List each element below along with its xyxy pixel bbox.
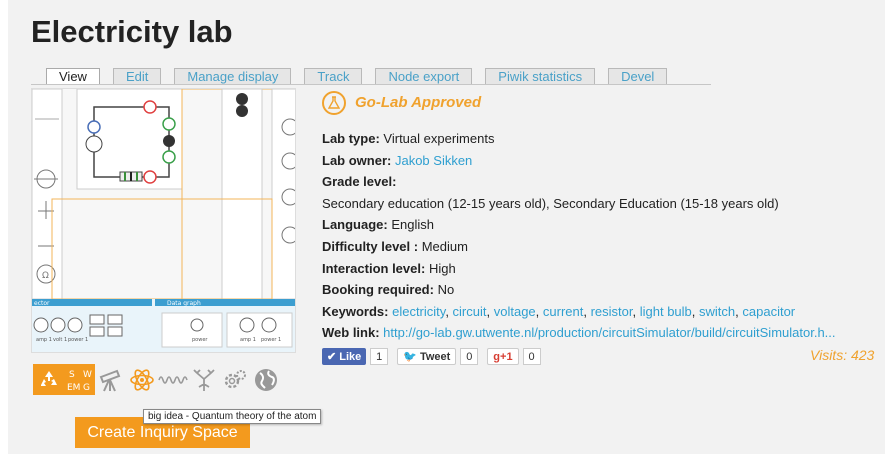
panel-label-2: Data graph	[167, 300, 201, 307]
keyword-link[interactable]: circuit	[453, 304, 487, 319]
weblink-link[interactable]: http://go-lab.gw.utwente.nl/production/c…	[383, 325, 835, 340]
meter-label: amp 1	[240, 337, 256, 343]
approval-badge: Go-Lab Approved	[322, 90, 882, 116]
social-buttons: ✔ Like 1 🐦 Tweet 0 g+1 0	[322, 348, 546, 365]
approval-label: Go-Lab Approved	[355, 94, 482, 112]
interaction-row: Interaction level: High	[322, 260, 456, 276]
tab-view[interactable]: View	[46, 68, 100, 85]
svg-text:G: G	[83, 383, 90, 393]
tweet-count: 0	[460, 348, 479, 365]
keyword-link[interactable]: voltage	[494, 304, 536, 319]
tab-node-export[interactable]: Node export	[375, 68, 473, 85]
meter-label: amp 1	[36, 337, 52, 343]
tab-underline	[31, 84, 711, 85]
tab-piwik-statistics[interactable]: Piwik statistics	[485, 68, 596, 85]
grade-value: Secondary education (12-15 years old), S…	[322, 195, 779, 211]
keyword-link[interactable]: light bulb	[640, 304, 692, 319]
visits-counter: Visits: 423	[810, 347, 875, 363]
lab-screenshot[interactable]: Ω ector Data graph amp 1 volt 1 power 1 …	[31, 88, 296, 353]
keyword-link[interactable]: current	[543, 304, 583, 319]
gears-icon[interactable]	[219, 364, 250, 395]
big-idea-tooltip: big idea - Quantum theory of the atom	[143, 409, 322, 424]
keyword-link[interactable]: electricity	[392, 304, 445, 319]
panel-label-1: ector	[34, 300, 50, 307]
meter-label: power	[192, 337, 208, 343]
meter-label: power 1	[68, 337, 88, 343]
grade-label: Grade level:	[322, 174, 397, 190]
meter-label: volt 1	[53, 337, 67, 343]
svg-text:EM: EM	[67, 383, 80, 393]
check-icon: ✔	[327, 351, 337, 363]
sem-icon[interactable]: S W EM G	[64, 364, 95, 395]
tab-bar: View Edit Manage display Track Node expo…	[46, 68, 680, 85]
page-title: Electricity lab	[31, 14, 233, 49]
gplus-button[interactable]: g+1	[487, 348, 519, 365]
tab-manage-display[interactable]: Manage display	[174, 68, 292, 85]
svg-text:Ω: Ω	[42, 271, 49, 281]
difficulty-row: Difficulty level : Medium	[322, 238, 468, 254]
tab-devel[interactable]: Devel	[608, 68, 668, 85]
tab-edit[interactable]: Edit	[112, 68, 162, 85]
telescope-icon[interactable]	[95, 364, 126, 395]
lab-type-row: Lab type: Virtual experiments	[322, 131, 495, 146]
twitter-bird-icon: 🐦	[403, 351, 417, 363]
language-row: Language: English	[322, 217, 434, 233]
like-count: 1	[370, 348, 389, 365]
flask-icon	[322, 91, 346, 115]
keyword-link[interactable]: switch	[699, 304, 735, 319]
wave-icon[interactable]	[157, 364, 188, 395]
lab-owner-row: Lab owner: Jakob Sikken	[322, 152, 473, 168]
globe-icon[interactable]	[250, 364, 281, 395]
svg-text:W: W	[83, 370, 92, 380]
lab-owner-link[interactable]: Jakob Sikken	[395, 153, 472, 168]
tweet-button[interactable]: 🐦 Tweet	[397, 348, 457, 365]
atom-icon[interactable]	[126, 364, 157, 395]
booking-row: Booking required: No	[322, 282, 455, 298]
lab-details: Go-Lab Approved Lab type: Virtual experi…	[322, 90, 882, 344]
svg-text:S: S	[69, 370, 75, 380]
keywords-row: Keywords: electricity, circuit, voltage,…	[322, 303, 796, 319]
like-button[interactable]: ✔ Like	[322, 348, 367, 365]
keyword-link[interactable]: capacitor	[742, 304, 795, 319]
tree-icon[interactable]	[188, 364, 219, 395]
big-idea-icons: S W EM G	[33, 364, 281, 395]
keyword-link[interactable]: resistor	[591, 304, 633, 319]
meter-label: power 1	[261, 337, 281, 343]
tab-track[interactable]: Track	[304, 68, 363, 85]
weblink-row: Web link: http://go-lab.gw.utwente.nl/pr…	[322, 325, 836, 341]
recycle-icon[interactable]	[33, 364, 64, 395]
gplus-count: 0	[522, 348, 541, 365]
